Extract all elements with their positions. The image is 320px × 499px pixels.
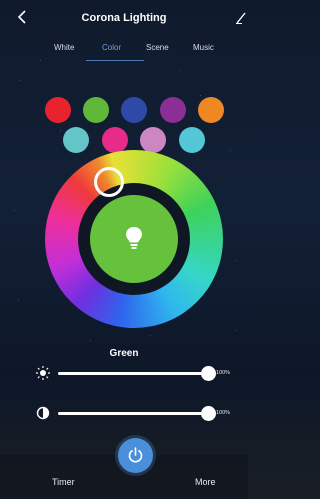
preset-swatch-green[interactable] xyxy=(83,97,109,123)
contrast-icon xyxy=(36,406,50,420)
lightbulb-icon xyxy=(126,227,142,249)
edit-icon[interactable] xyxy=(236,10,246,24)
tab-scene[interactable]: Scene xyxy=(146,43,169,52)
saturation-value: 100% xyxy=(216,410,231,416)
selected-color-button[interactable] xyxy=(90,195,178,283)
saturation-slider[interactable] xyxy=(58,406,216,421)
preset-swatch-blue[interactable] xyxy=(121,97,147,123)
tab-white[interactable]: White xyxy=(54,43,74,52)
brightness-slider[interactable] xyxy=(58,366,216,381)
preset-swatch-purple[interactable] xyxy=(160,97,186,123)
saturation-slider-knob[interactable] xyxy=(201,406,216,421)
saturation-slider-row: 100% xyxy=(30,404,248,424)
color-wheel-picker-handle[interactable] xyxy=(94,167,124,197)
brightness-value: 100% xyxy=(216,370,231,376)
page-title: Corona Lighting xyxy=(81,12,167,24)
more-button[interactable]: More xyxy=(195,477,216,487)
preset-swatch-red[interactable] xyxy=(45,97,71,123)
power-icon xyxy=(128,447,143,463)
tab-music[interactable]: Music xyxy=(193,43,214,52)
tab-color[interactable]: Color xyxy=(102,43,121,52)
preset-swatch-orange[interactable] xyxy=(198,97,224,123)
selected-color-name: Green xyxy=(109,348,139,359)
header-bar: Corona Lighting xyxy=(0,0,248,36)
sun-icon xyxy=(36,366,50,380)
timer-button[interactable]: Timer xyxy=(52,477,75,487)
active-tab-indicator xyxy=(86,60,144,61)
color-wheel[interactable] xyxy=(45,150,223,328)
brightness-slider-row: 100% xyxy=(30,364,248,384)
mode-tabs: White Color Scene Music xyxy=(0,40,248,66)
power-button[interactable] xyxy=(118,438,153,473)
brightness-slider-knob[interactable] xyxy=(201,366,216,381)
